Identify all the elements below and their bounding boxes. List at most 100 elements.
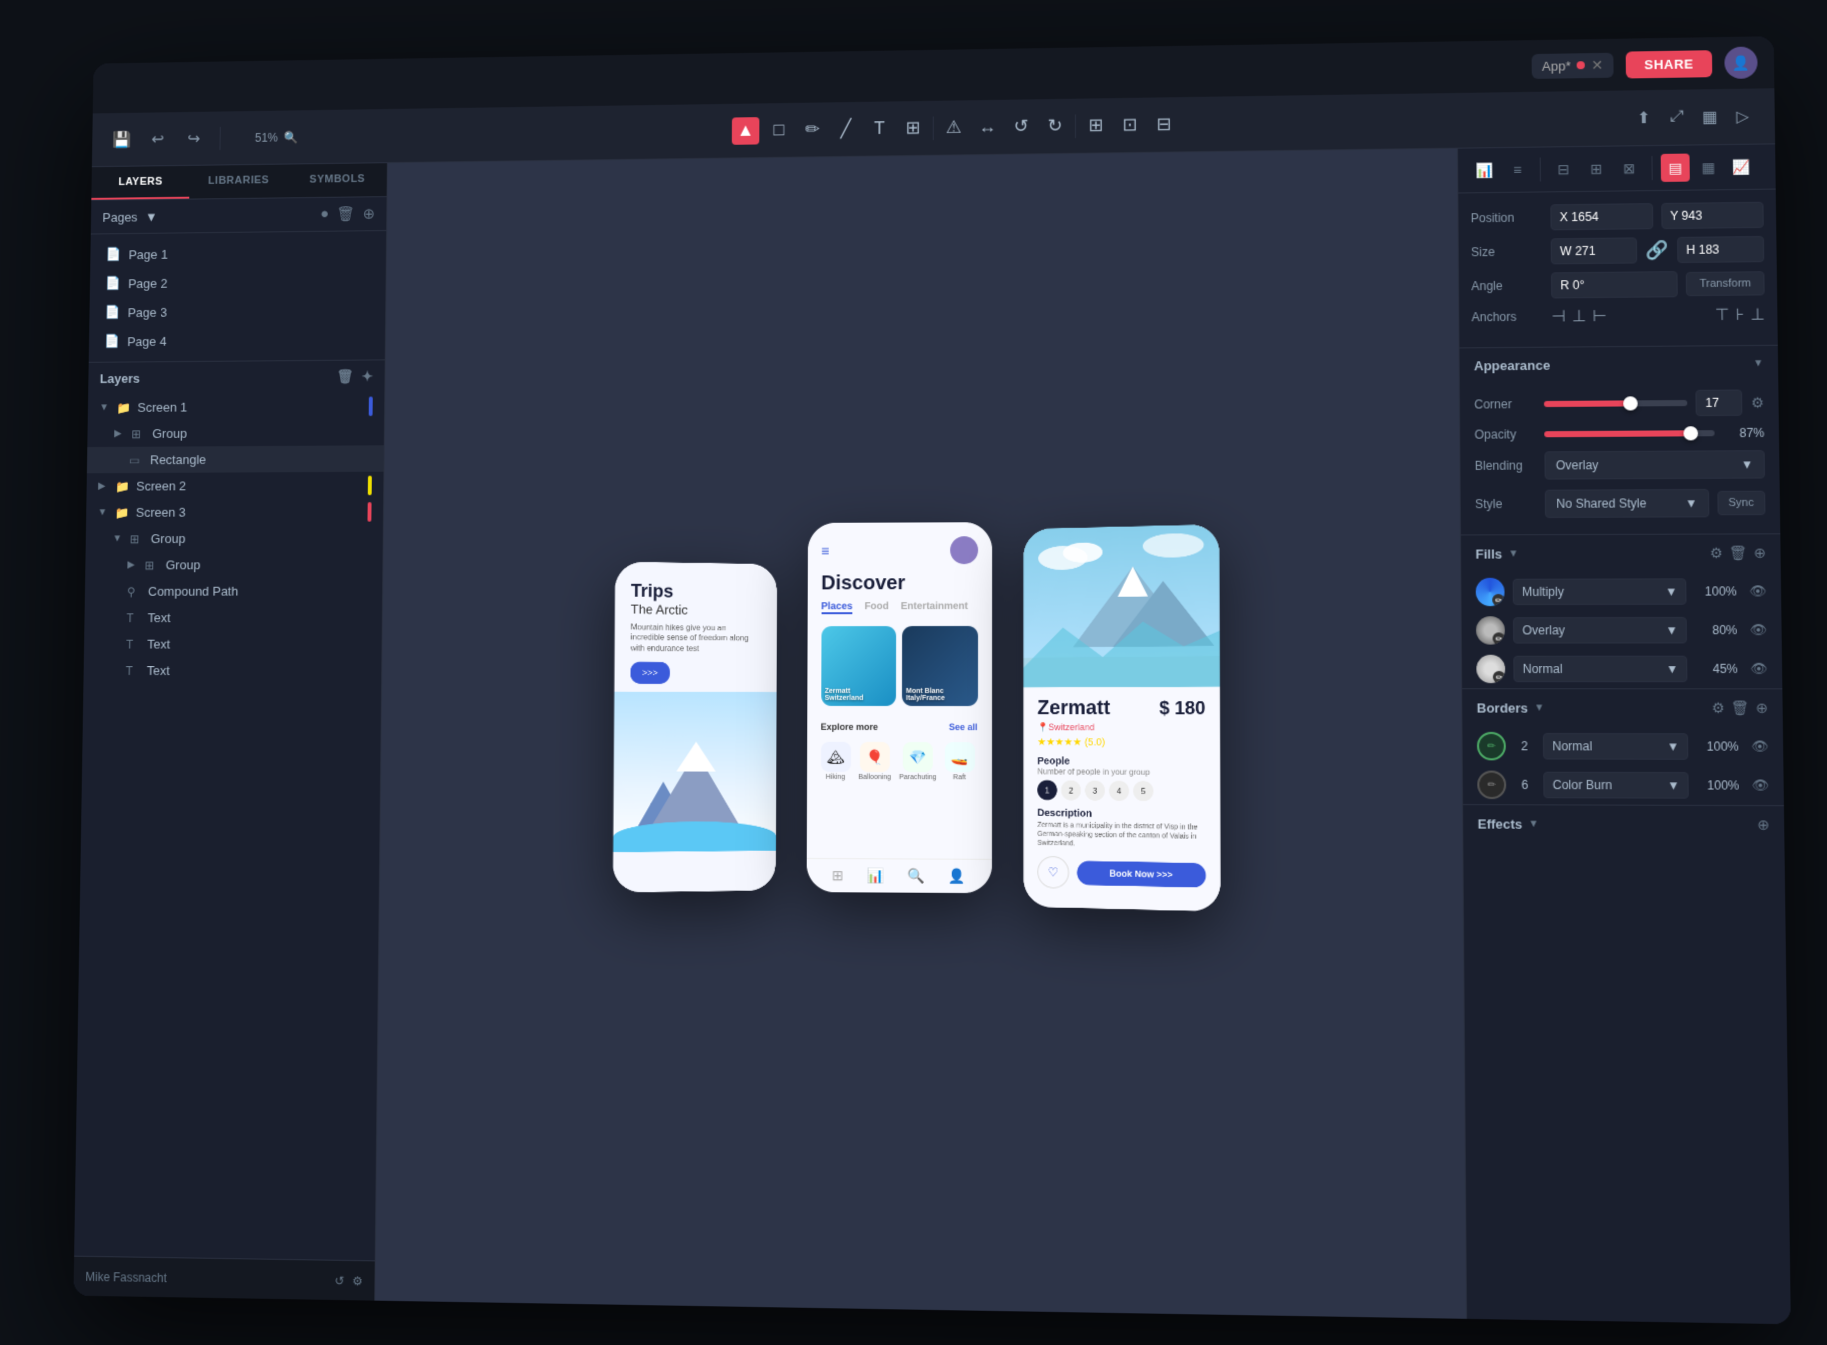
rt-chart2-icon[interactable]: 📈 [1726, 152, 1755, 180]
page-item-4[interactable]: 📄 Page 4 [88, 324, 384, 356]
pages-delete-icon[interactable]: 🗑 [336, 205, 355, 223]
pos-x-input[interactable]: X 1654 [1550, 203, 1652, 230]
pages-color-icon[interactable]: ● [320, 205, 329, 223]
rt-grid-icon[interactable]: ▦ [1693, 153, 1722, 181]
tab-libraries[interactable]: LIBRARIES [189, 164, 288, 198]
layer-rectangle[interactable]: ▭ Rectangle [86, 445, 383, 473]
anchor-bot[interactable]: ⊥ [1750, 304, 1765, 324]
rt-props-icon[interactable]: ▤ [1660, 153, 1689, 181]
fill-blend-dropdown-1[interactable]: Multiply ▼ [1512, 578, 1686, 605]
corner-options-icon[interactable]: ⚙ [1750, 393, 1763, 410]
layer-text1[interactable]: T Text [84, 604, 382, 631]
page-item-3[interactable]: 📄 Page 3 [89, 295, 385, 327]
anchor-center[interactable]: ⊥ [1571, 306, 1586, 326]
fav-btn[interactable]: ♡ [1036, 856, 1068, 889]
size-w-input[interactable]: W 271 [1550, 237, 1637, 264]
fill-swatch-normal[interactable]: ✏ [1476, 654, 1505, 682]
appearance-header[interactable]: Appearance ▼ [1459, 345, 1778, 383]
corner-value-input[interactable] [1695, 389, 1742, 416]
rotate-l-tool[interactable]: ↺ [1007, 112, 1035, 140]
select-tool[interactable]: ▲ [731, 116, 759, 144]
size-h-input[interactable]: H 183 [1676, 235, 1763, 262]
num-5[interactable]: 5 [1132, 780, 1152, 800]
pos-y-input[interactable]: Y 943 [1660, 201, 1763, 228]
anchor-mid[interactable]: ⊦ [1735, 304, 1744, 324]
group-tool[interactable]: ⊡ [1115, 110, 1143, 138]
corner-slider[interactable] [1543, 399, 1687, 406]
borders-delete-icon[interactable]: 🗑 [1730, 699, 1749, 716]
share-button[interactable]: SHARE [1625, 49, 1712, 77]
fill-swatch-multiply[interactable]: ✏ [1475, 577, 1504, 605]
layout-icon[interactable]: ▦ [1698, 105, 1721, 127]
rect-tool[interactable]: □ [765, 116, 793, 144]
fills-settings-icon[interactable]: ⚙ [1709, 544, 1722, 561]
page-item-2[interactable]: 📄 Page 2 [89, 265, 385, 297]
border-swatch-1[interactable]: ✏ [1476, 731, 1505, 760]
rt-chart-icon[interactable]: 📊 [1470, 156, 1499, 184]
border-eye-2[interactable]: 👁 [1751, 777, 1768, 793]
anchor-right[interactable]: ⊢ [1592, 305, 1607, 325]
undo-icon[interactable]: ↩ [147, 128, 168, 149]
zoom-control[interactable]: 51% 🔍 [254, 130, 297, 144]
rotate-r-tool[interactable]: ↻ [1041, 112, 1069, 140]
history-icon[interactable]: ↺ [334, 1273, 344, 1287]
style-dropdown[interactable]: No Shared Style ▼ [1544, 488, 1708, 517]
import-icon[interactable]: ⤢ [1665, 106, 1688, 128]
redo-icon[interactable]: ↪ [183, 127, 204, 148]
rt-align-icon[interactable]: ≡ [1502, 155, 1531, 183]
layer-text3[interactable]: T Text [83, 657, 381, 684]
pages-add-icon[interactable]: ⊕ [362, 204, 374, 222]
transform-button[interactable]: Transform [1686, 271, 1765, 296]
image-tool[interactable]: ⊞ [899, 114, 927, 142]
app-tab[interactable]: App* ✕ [1531, 52, 1613, 78]
layer-text2[interactable]: T Text [83, 630, 381, 657]
warning-tool[interactable]: ⚠ [939, 113, 967, 141]
layer-compound-path[interactable]: ⚲ Compound Path [84, 577, 382, 604]
fill-swatch-overlay[interactable]: ✏ [1475, 616, 1504, 644]
close-icon[interactable]: ✕ [1591, 56, 1603, 73]
angle-input[interactable]: R 0° [1550, 271, 1677, 298]
fill-eye-2[interactable]: 👁 [1749, 621, 1766, 637]
line-tool[interactable]: ╱ [832, 115, 860, 143]
layer-group3a[interactable]: ▼ ⊞ Group [85, 524, 382, 551]
fill-blend-dropdown-2[interactable]: Overlay ▼ [1512, 616, 1686, 643]
num-1[interactable]: 1 [1036, 779, 1056, 799]
fills-delete-icon[interactable]: 🗑 [1728, 544, 1747, 561]
layer-screen2[interactable]: ▶ 📁 Screen 2 [86, 471, 383, 499]
present-icon[interactable]: ▷ [1731, 105, 1754, 127]
frame-tool[interactable]: ⊟ [1149, 110, 1177, 138]
anchor-left[interactable]: ⊣ [1551, 306, 1565, 326]
borders-settings-icon[interactable]: ⚙ [1711, 699, 1724, 716]
blending-dropdown[interactable]: Overlay ▼ [1544, 450, 1765, 479]
layer-screen3[interactable]: ▼ 📁 Screen 3 [86, 498, 383, 526]
flip-h-tool[interactable]: ↔ [973, 113, 1001, 141]
book-btn[interactable]: Book Now >>> [1076, 860, 1205, 887]
rt-dist-icon[interactable]: ⊠ [1614, 154, 1643, 182]
effects-add-icon[interactable]: ⊕ [1757, 816, 1769, 832]
effects-header[interactable]: Effects ▼ ⊕ [1463, 805, 1784, 844]
border-blend-dropdown-2[interactable]: Color Burn ▼ [1543, 771, 1689, 798]
fill-blend-dropdown-3[interactable]: Normal ▼ [1513, 655, 1688, 682]
canvas-area[interactable]: Trips The Arctic Mountain hikes give you… [375, 148, 1466, 1318]
export-icon[interactable]: ⬆ [1632, 106, 1655, 128]
fill-eye-1[interactable]: 👁 [1749, 583, 1766, 599]
sync-button[interactable]: Sync [1716, 490, 1765, 515]
num-4[interactable]: 4 [1108, 780, 1128, 800]
opacity-slider[interactable] [1544, 430, 1714, 437]
anchor-top[interactable]: ⊤ [1714, 304, 1729, 324]
num-3[interactable]: 3 [1084, 780, 1104, 800]
pen-tool[interactable]: ✏ [798, 115, 826, 143]
layers-add-icon[interactable]: ✦ [361, 368, 373, 385]
text-tool[interactable]: T [865, 114, 893, 142]
fills-add-icon[interactable]: ⊕ [1753, 544, 1765, 561]
num-2[interactable]: 2 [1060, 780, 1080, 800]
border-eye-1[interactable]: 👁 [1751, 738, 1768, 754]
tab-layers[interactable]: LAYERS [91, 165, 189, 199]
settings-icon[interactable]: ⚙ [352, 1273, 363, 1287]
borders-add-icon[interactable]: ⊕ [1755, 699, 1767, 716]
border-swatch-2[interactable]: ✏ [1477, 770, 1506, 799]
page-item-1[interactable]: 📄 Page 1 [90, 236, 386, 268]
tab-symbols[interactable]: SYMBOLS [287, 163, 386, 197]
fill-eye-3[interactable]: 👁 [1750, 660, 1767, 676]
lock-icon[interactable]: 🔗 [1645, 239, 1668, 260]
